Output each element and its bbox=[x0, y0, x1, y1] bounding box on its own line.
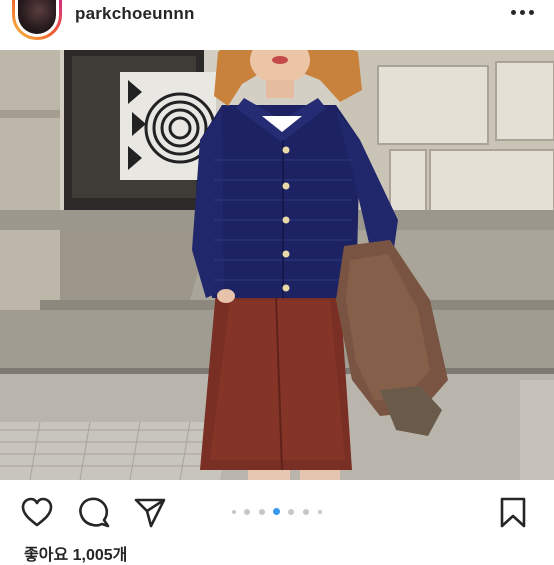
carousel-dot bbox=[232, 510, 236, 514]
comment-icon bbox=[79, 497, 110, 528]
post-photo-illustration bbox=[0, 50, 554, 480]
carousel-dot bbox=[318, 510, 322, 514]
carousel-indicator bbox=[230, 508, 330, 516]
carousel-dot-active bbox=[273, 508, 280, 515]
carousel-dot bbox=[259, 509, 265, 515]
carousel-dot bbox=[244, 509, 250, 515]
post-action-bar bbox=[0, 480, 554, 540]
share-button[interactable] bbox=[133, 496, 167, 530]
username[interactable]: parkchoeunnn bbox=[75, 4, 195, 24]
more-horizontal-icon bbox=[511, 10, 516, 15]
post-image[interactable] bbox=[0, 50, 554, 480]
bookmark-icon bbox=[500, 497, 526, 528]
heart-icon bbox=[21, 497, 53, 527]
comment-button[interactable] bbox=[77, 496, 111, 530]
carousel-dot bbox=[303, 509, 309, 515]
avatar[interactable] bbox=[12, 0, 62, 40]
send-icon bbox=[134, 498, 166, 528]
like-button[interactable] bbox=[20, 496, 54, 530]
carousel-dot bbox=[288, 509, 294, 515]
more-options-button[interactable] bbox=[508, 4, 538, 22]
post-header: parkchoeunnn bbox=[0, 0, 554, 50]
save-button[interactable] bbox=[497, 496, 531, 530]
avatar-photo bbox=[18, 0, 56, 34]
likes-count[interactable]: 좋아요 1,005개 bbox=[24, 541, 127, 565]
